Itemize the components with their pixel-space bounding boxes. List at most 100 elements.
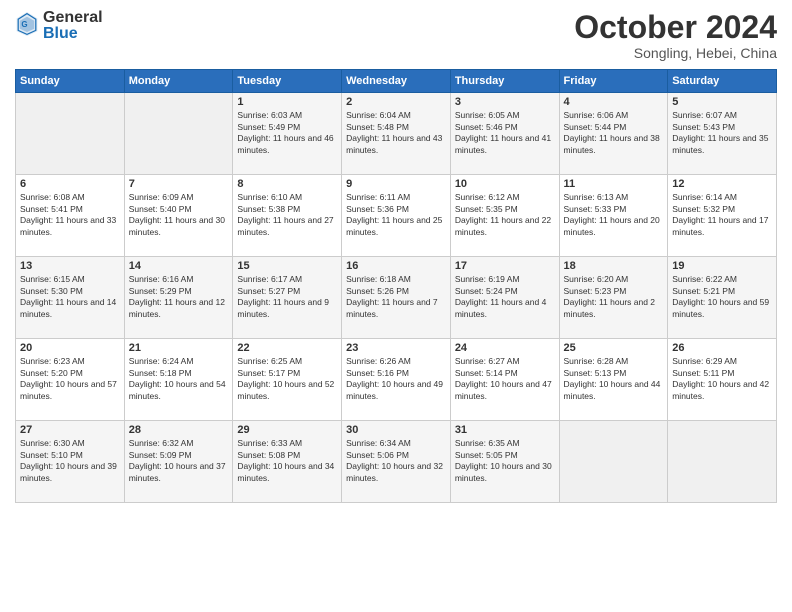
cell-info: Sunrise: 6:12 AM Sunset: 5:35 PM Dayligh… xyxy=(455,192,555,238)
calendar-cell: 24 Sunrise: 6:27 AM Sunset: 5:14 PM Dayli… xyxy=(450,339,559,421)
cell-info: Sunrise: 6:15 AM Sunset: 5:30 PM Dayligh… xyxy=(20,274,120,320)
day-number: 9 xyxy=(346,178,446,190)
cell-info: Sunrise: 6:30 AM Sunset: 5:10 PM Dayligh… xyxy=(20,438,120,484)
logo: G General Blue xyxy=(15,10,103,42)
calendar-cell: 12Sunrise: 6:14 AM Sunset: 5:32 PM Dayli… xyxy=(668,175,777,257)
location: Songling, Hebei, China xyxy=(574,45,777,61)
header-wednesday: Wednesday xyxy=(342,70,451,93)
calendar-week-1: 1 Sunrise: 6:03 AM Sunset: 5:49 PM Daylig… xyxy=(16,93,777,175)
day-number: 14 xyxy=(129,260,229,272)
calendar-cell: 15 Sunrise: 6:17 AM Sunset: 5:27 PM Dayli… xyxy=(233,257,342,339)
cell-info: Sunrise: 6:10 AM Sunset: 5:38 PM Dayligh… xyxy=(237,192,337,238)
calendar-cell: 30 Sunrise: 6:34 AM Sunset: 5:06 PM Dayli… xyxy=(342,421,451,503)
calendar-cell: 11 Sunrise: 6:13 AM Sunset: 5:33 PM Dayli… xyxy=(559,175,668,257)
cell-info: Sunrise: 6:34 AM Sunset: 5:06 PM Dayligh… xyxy=(346,438,446,484)
day-number: 25 xyxy=(564,342,664,354)
day-number: 28 xyxy=(129,424,229,436)
day-number: 23 xyxy=(346,342,446,354)
calendar-cell: 9 Sunrise: 6:11 AM Sunset: 5:36 PM Daylig… xyxy=(342,175,451,257)
calendar-cell: 18Sunrise: 6:20 AM Sunset: 5:23 PM Dayli… xyxy=(559,257,668,339)
cell-info: Sunrise: 6:22 AM Sunset: 5:21 PM Dayligh… xyxy=(672,274,772,320)
calendar-cell: 14 Sunrise: 6:16 AM Sunset: 5:29 PM Dayli… xyxy=(124,257,233,339)
day-number: 24 xyxy=(455,342,555,354)
calendar-cell: 27Sunrise: 6:30 AM Sunset: 5:10 PM Dayli… xyxy=(16,421,125,503)
calendar-cell: 3 Sunrise: 6:05 AM Sunset: 5:46 PM Daylig… xyxy=(450,93,559,175)
cell-info: Sunrise: 6:28 AM Sunset: 5:13 PM Dayligh… xyxy=(564,356,664,402)
cell-info: Sunrise: 6:05 AM Sunset: 5:46 PM Dayligh… xyxy=(455,110,555,156)
day-number: 26 xyxy=(672,342,772,354)
logo-icon: G xyxy=(15,10,39,38)
day-number: 16 xyxy=(346,260,446,272)
day-number: 20 xyxy=(20,342,120,354)
header-monday: Monday xyxy=(124,70,233,93)
calendar-cell: 1 Sunrise: 6:03 AM Sunset: 5:49 PM Daylig… xyxy=(233,93,342,175)
calendar-cell: 7 Sunrise: 6:09 AM Sunset: 5:40 PM Daylig… xyxy=(124,175,233,257)
day-number: 19 xyxy=(672,260,772,272)
calendar-cell: 4Sunrise: 6:06 AM Sunset: 5:44 PM Daylig… xyxy=(559,93,668,175)
calendar-cell: 8 Sunrise: 6:10 AM Sunset: 5:38 PM Daylig… xyxy=(233,175,342,257)
day-number: 15 xyxy=(237,260,337,272)
day-number: 6 xyxy=(20,178,120,190)
cell-info: Sunrise: 6:18 AM Sunset: 5:26 PM Dayligh… xyxy=(346,274,446,320)
calendar-cell: 20 Sunrise: 6:23 AM Sunset: 5:20 PM Dayli… xyxy=(16,339,125,421)
page: G General Blue October 2024 Songling, He… xyxy=(0,0,792,612)
cell-info: Sunrise: 6:11 AM Sunset: 5:36 PM Dayligh… xyxy=(346,192,446,238)
cell-info: Sunrise: 6:27 AM Sunset: 5:14 PM Dayligh… xyxy=(455,356,555,402)
day-number: 3 xyxy=(455,96,555,108)
cell-info: Sunrise: 6:26 AM Sunset: 5:16 PM Dayligh… xyxy=(346,356,446,402)
calendar-week-5: 27Sunrise: 6:30 AM Sunset: 5:10 PM Dayli… xyxy=(16,421,777,503)
day-number: 31 xyxy=(455,424,555,436)
calendar-cell: 23 Sunrise: 6:26 AM Sunset: 5:16 PM Dayli… xyxy=(342,339,451,421)
calendar-cell: 17Sunrise: 6:19 AM Sunset: 5:24 PM Dayli… xyxy=(450,257,559,339)
header-saturday: Saturday xyxy=(668,70,777,93)
header-tuesday: Tuesday xyxy=(233,70,342,93)
calendar-cell: 22 Sunrise: 6:25 AM Sunset: 5:17 PM Dayli… xyxy=(233,339,342,421)
cell-info: Sunrise: 6:19 AM Sunset: 5:24 PM Dayligh… xyxy=(455,274,555,320)
calendar-week-3: 13 Sunrise: 6:15 AM Sunset: 5:30 PM Dayli… xyxy=(16,257,777,339)
day-number: 4 xyxy=(564,96,664,108)
calendar-cell: 28Sunrise: 6:32 AM Sunset: 5:09 PM Dayli… xyxy=(124,421,233,503)
cell-info: Sunrise: 6:35 AM Sunset: 5:05 PM Dayligh… xyxy=(455,438,555,484)
calendar-cell: 29Sunrise: 6:33 AM Sunset: 5:08 PM Dayli… xyxy=(233,421,342,503)
calendar-header: Sunday Monday Tuesday Wednesday Thursday… xyxy=(16,70,777,93)
day-number: 7 xyxy=(129,178,229,190)
header-friday: Friday xyxy=(559,70,668,93)
calendar-cell: 6Sunrise: 6:08 AM Sunset: 5:41 PM Daylig… xyxy=(16,175,125,257)
day-number: 13 xyxy=(20,260,120,272)
calendar-cell xyxy=(559,421,668,503)
header: G General Blue October 2024 Songling, He… xyxy=(15,10,777,61)
day-number: 8 xyxy=(237,178,337,190)
calendar-cell: 21Sunrise: 6:24 AM Sunset: 5:18 PM Dayli… xyxy=(124,339,233,421)
day-number: 2 xyxy=(346,96,446,108)
header-row: Sunday Monday Tuesday Wednesday Thursday… xyxy=(16,70,777,93)
day-number: 22 xyxy=(237,342,337,354)
cell-info: Sunrise: 6:23 AM Sunset: 5:20 PM Dayligh… xyxy=(20,356,120,402)
cell-info: Sunrise: 6:17 AM Sunset: 5:27 PM Dayligh… xyxy=(237,274,337,320)
calendar-cell: 25 Sunrise: 6:28 AM Sunset: 5:13 PM Dayli… xyxy=(559,339,668,421)
title-area: October 2024 Songling, Hebei, China xyxy=(574,10,777,61)
cell-info: Sunrise: 6:24 AM Sunset: 5:18 PM Dayligh… xyxy=(129,356,229,402)
calendar-cell: 26 Sunrise: 6:29 AM Sunset: 5:11 PM Dayli… xyxy=(668,339,777,421)
cell-info: Sunrise: 6:07 AM Sunset: 5:43 PM Dayligh… xyxy=(672,110,772,156)
cell-info: Sunrise: 6:03 AM Sunset: 5:49 PM Dayligh… xyxy=(237,110,337,156)
day-number: 30 xyxy=(346,424,446,436)
cell-info: Sunrise: 6:29 AM Sunset: 5:11 PM Dayligh… xyxy=(672,356,772,402)
day-number: 1 xyxy=(237,96,337,108)
cell-info: Sunrise: 6:16 AM Sunset: 5:29 PM Dayligh… xyxy=(129,274,229,320)
day-number: 18 xyxy=(564,260,664,272)
header-sunday: Sunday xyxy=(16,70,125,93)
svg-text:G: G xyxy=(21,20,27,29)
day-number: 11 xyxy=(564,178,664,190)
cell-info: Sunrise: 6:09 AM Sunset: 5:40 PM Dayligh… xyxy=(129,192,229,238)
calendar-week-4: 20 Sunrise: 6:23 AM Sunset: 5:20 PM Dayli… xyxy=(16,339,777,421)
cell-info: Sunrise: 6:13 AM Sunset: 5:33 PM Dayligh… xyxy=(564,192,664,238)
calendar-cell xyxy=(124,93,233,175)
logo-general: General xyxy=(43,10,103,26)
day-number: 10 xyxy=(455,178,555,190)
calendar-cell: 2 Sunrise: 6:04 AM Sunset: 5:48 PM Daylig… xyxy=(342,93,451,175)
calendar-cell: 10 Sunrise: 6:12 AM Sunset: 5:35 PM Dayli… xyxy=(450,175,559,257)
cell-info: Sunrise: 6:04 AM Sunset: 5:48 PM Dayligh… xyxy=(346,110,446,156)
calendar-body: 1 Sunrise: 6:03 AM Sunset: 5:49 PM Daylig… xyxy=(16,93,777,503)
day-number: 5 xyxy=(672,96,772,108)
cell-info: Sunrise: 6:25 AM Sunset: 5:17 PM Dayligh… xyxy=(237,356,337,402)
